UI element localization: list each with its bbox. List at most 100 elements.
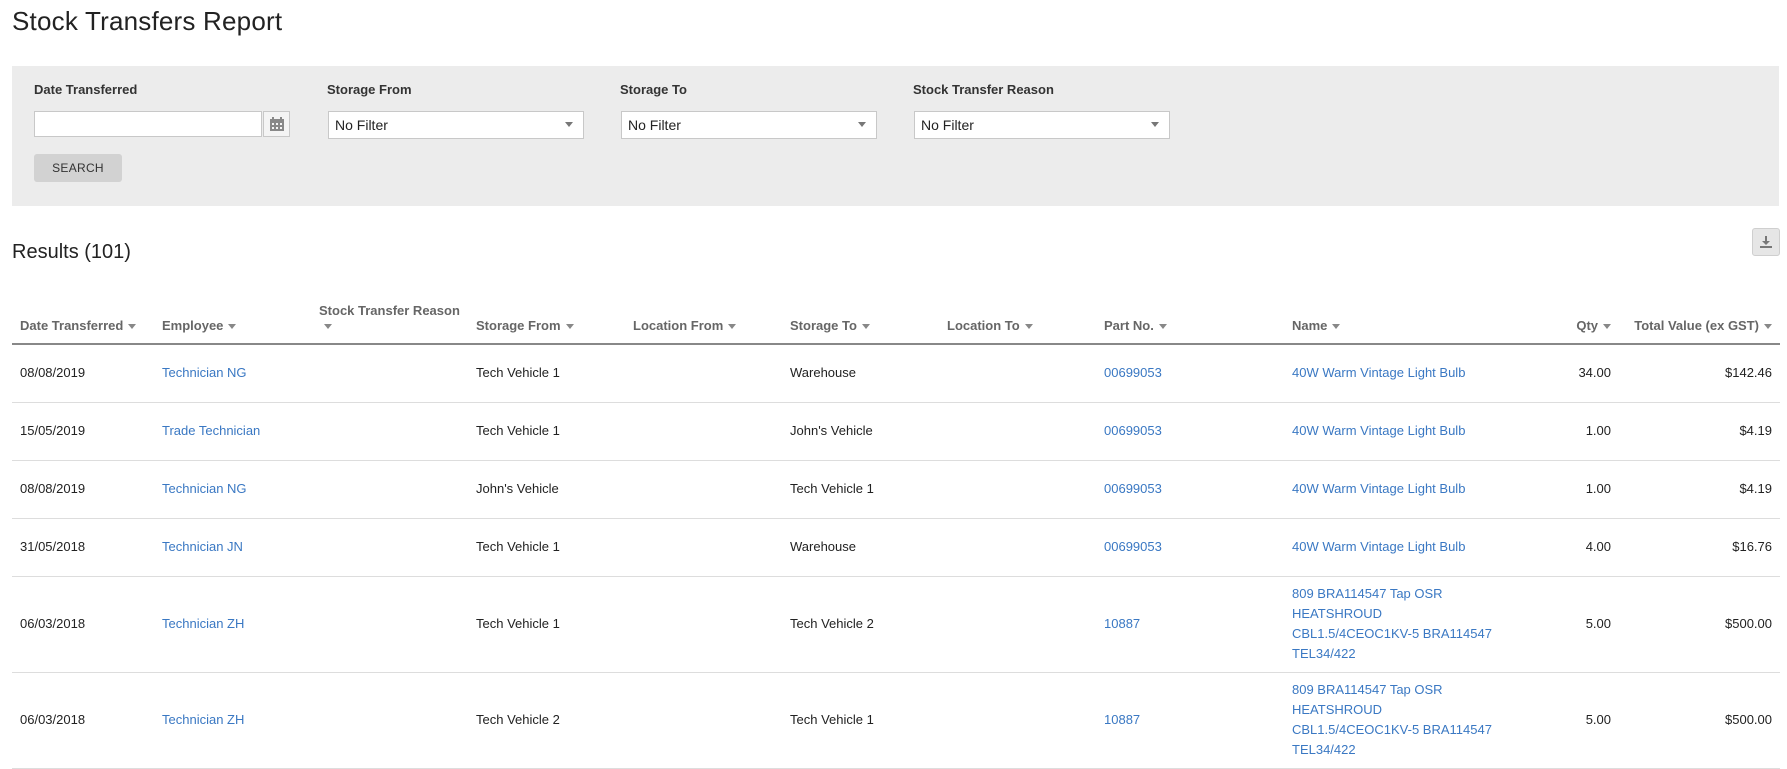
col-storage-from[interactable]: Storage From [468, 288, 625, 345]
reason-label: Stock Transfer Reason [913, 82, 1054, 97]
sort-icon [1158, 324, 1167, 330]
calendar-button[interactable] [263, 111, 290, 137]
cell-total: $142.46 [1619, 344, 1780, 403]
cell-storage-to: John's Vehicle [782, 402, 939, 461]
employee-link[interactable]: Technician NG [154, 460, 311, 519]
download-button[interactable] [1752, 228, 1780, 256]
cell-reason [311, 576, 468, 673]
part-no-link[interactable]: 00699053 [1096, 460, 1284, 519]
cell-location-from [625, 518, 782, 577]
search-button[interactable]: SEARCH [34, 154, 122, 182]
storage-from-select[interactable]: No Filter [328, 111, 584, 139]
calendar-icon [269, 116, 284, 131]
filter-panel: Date Transferred Storage From Storage To… [12, 66, 1779, 206]
col-employee[interactable]: Employee [154, 288, 311, 345]
employee-link[interactable]: Trade Technician [154, 402, 311, 461]
cell-storage-from: Tech Vehicle 2 [468, 672, 625, 769]
part-no-link[interactable]: 10887 [1096, 576, 1284, 673]
table-row: 06/03/2018 Technician ZH Tech Vehicle 1 … [12, 576, 1780, 673]
sort-icon [1764, 324, 1772, 330]
employee-link[interactable]: Technician JN [154, 518, 311, 577]
results-title: Results (101) [12, 241, 131, 263]
cell-reason [311, 344, 468, 403]
cell-storage-to: Warehouse [782, 518, 939, 577]
table-row: 08/08/2019 Technician NG Tech Vehicle 1 … [12, 344, 1780, 403]
col-date-transferred[interactable]: Date Transferred [12, 288, 154, 345]
cell-storage-to: Warehouse [782, 344, 939, 403]
cell-total: $16.76 [1619, 518, 1780, 577]
chevron-down-icon [565, 122, 573, 127]
cell-storage-from: Tech Vehicle 1 [468, 344, 625, 403]
reason-select[interactable]: No Filter [914, 111, 1170, 139]
sort-icon [1332, 324, 1341, 330]
cell-date: 06/03/2018 [12, 576, 154, 673]
cell-location-from [625, 672, 782, 769]
col-storage-to[interactable]: Storage To [782, 288, 939, 345]
date-transferred-label: Date Transferred [34, 82, 138, 97]
part-name-link[interactable]: 809 BRA114547 Tap OSR HEATSHROUD CBL1.5/… [1284, 576, 1509, 673]
col-part-no[interactable]: Part No. [1096, 288, 1284, 345]
part-no-link[interactable]: 10887 [1096, 672, 1284, 769]
download-icon [1760, 236, 1772, 248]
cell-reason [311, 402, 468, 461]
part-name-link[interactable]: 40W Warm Vintage Light Bulb [1284, 518, 1509, 577]
part-no-link[interactable]: 00699053 [1096, 344, 1284, 403]
col-name[interactable]: Name [1284, 288, 1509, 345]
sort-icon [324, 324, 332, 330]
cell-date: 06/03/2018 [12, 672, 154, 769]
col-location-from[interactable]: Location From [625, 288, 782, 345]
cell-location-to [939, 344, 1096, 403]
cell-location-from [625, 344, 782, 403]
cell-total: $4.19 [1619, 402, 1780, 461]
part-no-link[interactable]: 00699053 [1096, 518, 1284, 577]
cell-total: $4.19 [1619, 460, 1780, 519]
part-name-link[interactable]: 40W Warm Vintage Light Bulb [1284, 402, 1509, 461]
cell-location-to [939, 576, 1096, 673]
part-no-link[interactable]: 00699053 [1096, 402, 1284, 461]
cell-storage-to: Tech Vehicle 2 [782, 576, 939, 673]
reason-value: No Filter [921, 117, 974, 133]
cell-storage-to: Tech Vehicle 1 [782, 460, 939, 519]
date-transferred-input[interactable] [34, 111, 262, 137]
table-row: 06/03/2018 Technician ZH Tech Vehicle 2 … [12, 672, 1780, 769]
sort-icon [728, 324, 737, 330]
cell-reason [311, 518, 468, 577]
table-row: 08/08/2019 Technician NG John's Vehicle … [12, 460, 1780, 519]
cell-storage-from: Tech Vehicle 1 [468, 402, 625, 461]
chevron-down-icon [1151, 122, 1159, 127]
col-total-value[interactable]: Total Value (ex GST) [1619, 288, 1780, 345]
sort-icon [565, 324, 574, 330]
cell-qty: 4.00 [1509, 518, 1619, 577]
cell-storage-from: John's Vehicle [468, 460, 625, 519]
chevron-down-icon [858, 122, 866, 127]
col-location-to[interactable]: Location To [939, 288, 1096, 345]
cell-location-to [939, 672, 1096, 769]
cell-total: $500.00 [1619, 576, 1780, 673]
employee-link[interactable]: Technician NG [154, 344, 311, 403]
page-title: Stock Transfers Report [12, 6, 283, 36]
sort-icon [128, 324, 137, 330]
sort-icon [228, 324, 237, 330]
cell-location-to [939, 402, 1096, 461]
part-name-link[interactable]: 40W Warm Vintage Light Bulb [1284, 344, 1509, 403]
cell-location-from [625, 576, 782, 673]
table-header-row: Date Transferred Employee Stock Transfer… [12, 288, 1780, 345]
sort-icon [1024, 324, 1033, 330]
cell-qty: 1.00 [1509, 460, 1619, 519]
cell-date: 08/08/2019 [12, 460, 154, 519]
cell-date: 31/05/2018 [12, 518, 154, 577]
col-reason[interactable]: Stock Transfer Reason [311, 288, 468, 345]
col-qty[interactable]: Qty [1509, 288, 1619, 345]
cell-qty: 1.00 [1509, 402, 1619, 461]
part-name-link[interactable]: 809 BRA114547 Tap OSR HEATSHROUD CBL1.5/… [1284, 672, 1509, 769]
table-row: 15/05/2019 Trade Technician Tech Vehicle… [12, 402, 1780, 461]
storage-from-label: Storage From [327, 82, 412, 97]
storage-to-select[interactable]: No Filter [621, 111, 877, 139]
storage-to-value: No Filter [628, 117, 681, 133]
cell-date: 15/05/2019 [12, 402, 154, 461]
employee-link[interactable]: Technician ZH [154, 576, 311, 673]
table-row: 31/05/2018 Technician JN Tech Vehicle 1 … [12, 518, 1780, 577]
employee-link[interactable]: Technician ZH [154, 672, 311, 769]
cell-location-to [939, 518, 1096, 577]
part-name-link[interactable]: 40W Warm Vintage Light Bulb [1284, 460, 1509, 519]
